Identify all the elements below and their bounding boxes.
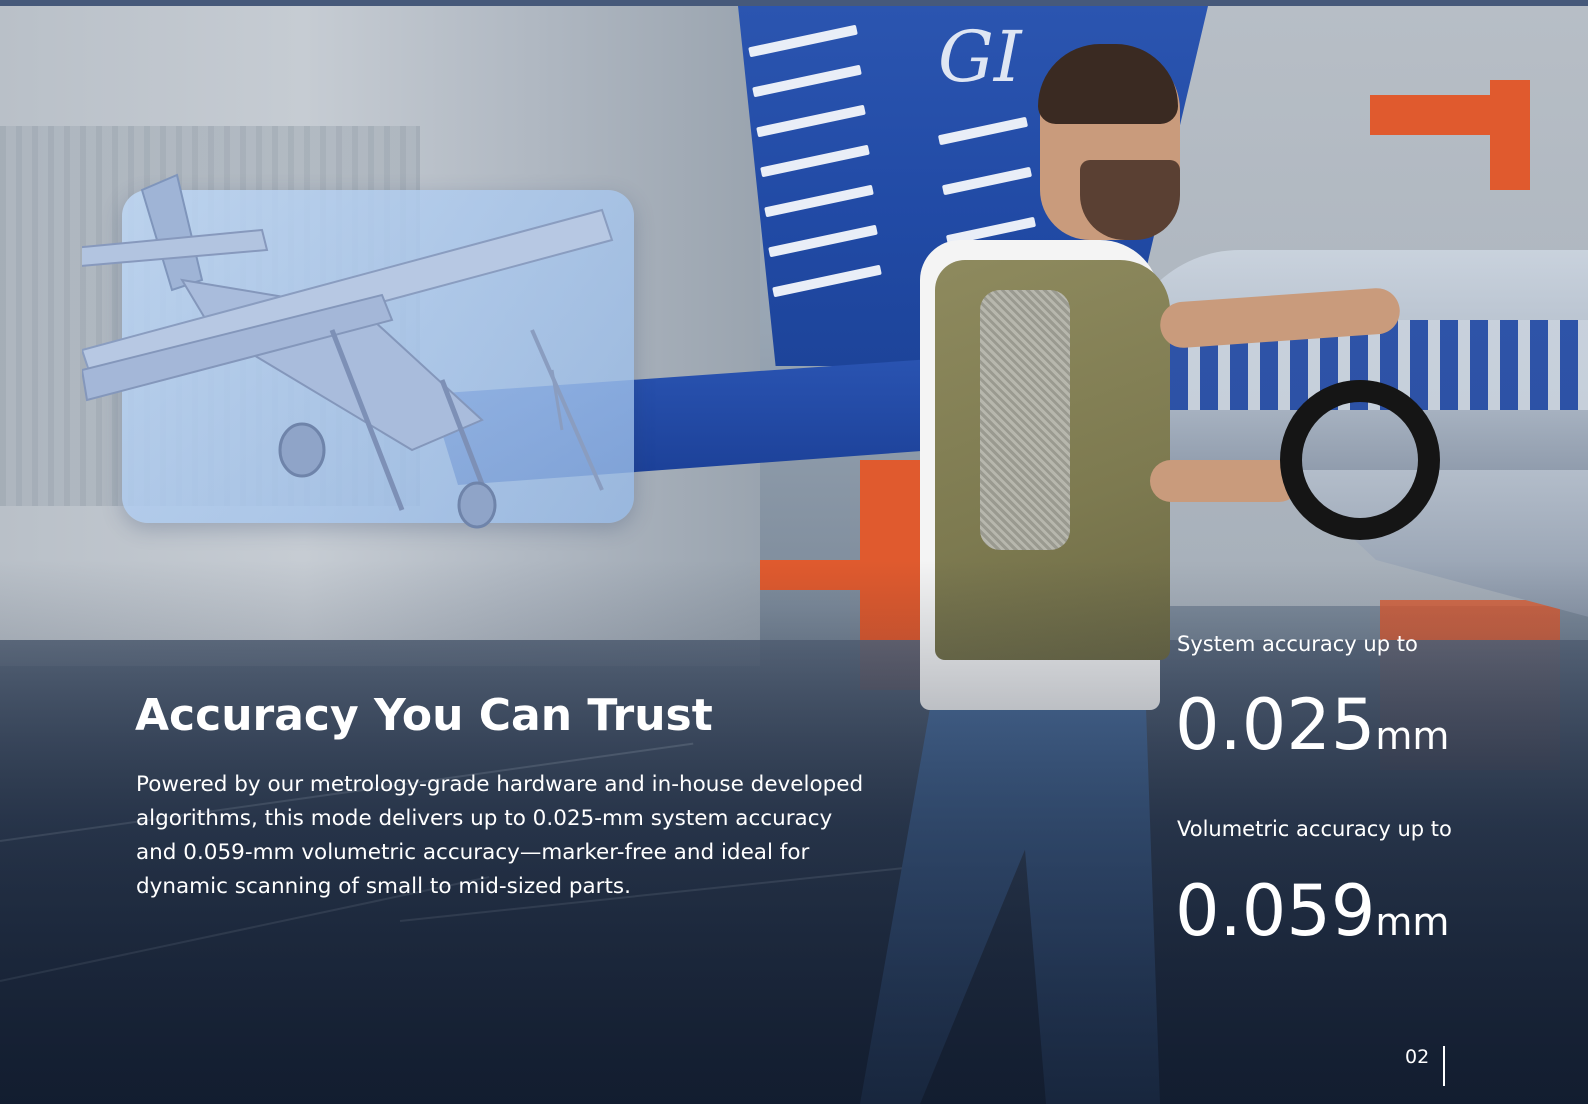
technician-beard xyxy=(1080,160,1180,240)
3d-airplane-model xyxy=(82,173,614,529)
page-number: 02 xyxy=(1405,1046,1430,1068)
handheld-3d-scanner xyxy=(1280,380,1440,540)
volumetric-accuracy-number: 0.059 xyxy=(1175,870,1376,952)
system-accuracy-value: 0.025mm xyxy=(1175,690,1449,760)
technician-hair xyxy=(1038,44,1178,124)
3d-model-card xyxy=(82,173,634,529)
volumetric-accuracy-label: Volumetric accuracy up to xyxy=(1177,817,1452,841)
technician-arm xyxy=(1158,286,1402,350)
system-accuracy-unit: mm xyxy=(1375,714,1450,758)
volumetric-accuracy-value: 0.059mm xyxy=(1175,876,1449,946)
volumetric-accuracy-unit: mm xyxy=(1375,900,1450,944)
system-accuracy-number: 0.025 xyxy=(1175,684,1376,766)
page-number-divider xyxy=(1443,1046,1445,1086)
vest-mesh xyxy=(980,290,1070,550)
technician-arm xyxy=(1150,460,1300,502)
orange-rack xyxy=(1490,80,1530,190)
page-headline: Accuracy You Can Trust xyxy=(135,690,713,741)
system-accuracy-label: System accuracy up to xyxy=(1177,632,1418,656)
body-paragraph: Powered by our metrology-grade hardware … xyxy=(136,772,864,899)
